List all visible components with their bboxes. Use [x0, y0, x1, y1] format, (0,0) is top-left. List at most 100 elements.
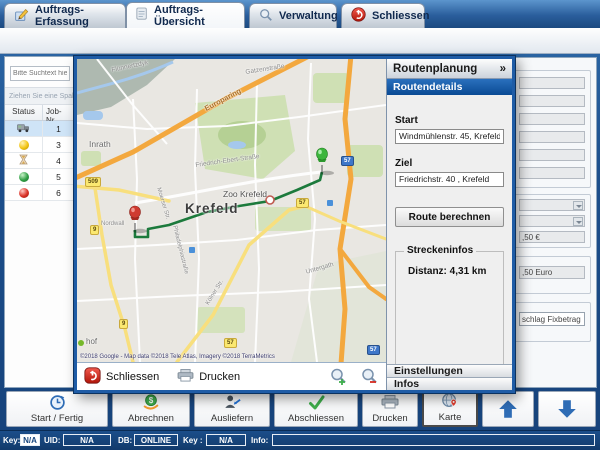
fix-groupbox: schlag Fixbetrag [513, 302, 591, 342]
euro-field[interactable]: ,50 Euro [519, 266, 585, 279]
globe-pin-icon [441, 392, 459, 410]
tab-auftrags-uebersicht[interactable]: Auftrags-Übersicht [126, 2, 245, 28]
power-icon [84, 367, 101, 387]
road-shield: 57 [367, 345, 380, 355]
ausliefern-button[interactable]: Ausliefern [194, 391, 270, 427]
city-label-krefeld: Krefeld [185, 201, 239, 216]
tab-label: Auftrags-Übersicht [154, 4, 235, 28]
table-row[interactable]: 4 [5, 153, 74, 169]
start-address-input[interactable] [395, 129, 504, 144]
streckeninfos-label: Streckeninfos [404, 245, 476, 256]
db-status-value: ONLINE [134, 434, 178, 446]
zoom-in-button[interactable] [330, 368, 347, 385]
table-row[interactable]: 1 [5, 121, 74, 137]
pencil-form-icon [14, 7, 29, 25]
abschliessen-button[interactable]: Abschliessen [274, 391, 358, 427]
collapse-chevron-icon[interactable]: » [500, 63, 506, 75]
start-label: Start [395, 115, 504, 126]
button-label: Abschliessen [288, 413, 344, 424]
drucken-button[interactable]: Drucken [362, 391, 418, 427]
tab-schliessen[interactable]: Schliessen [341, 3, 425, 28]
print-label: Drucken [199, 371, 240, 383]
key-value: N/A [20, 434, 40, 446]
map-attribution: ©2018 Google - Map data ©2018 Tele Atlas… [80, 354, 275, 360]
abrechnen-button[interactable]: $ Abrechnen [112, 391, 190, 427]
magnifier-plus-icon [330, 368, 347, 385]
col-jobnr[interactable]: Job-Nr. [43, 105, 74, 120]
ziel-label: Ziel [395, 158, 504, 169]
table-row[interactable]: 6 [5, 185, 74, 201]
detail-field[interactable] [519, 113, 585, 125]
karte-button[interactable]: Karte [422, 391, 478, 427]
printer-icon [177, 369, 194, 385]
table-row[interactable]: 3 [5, 137, 74, 153]
accordion-einstellungen[interactable]: Einstellungen [387, 364, 512, 377]
main-tabbar: Auftrags-Erfassung Auftrags-Übersicht Ve… [0, 0, 600, 28]
uid-value: N/A [63, 434, 111, 446]
button-label: Start / Fertig [31, 413, 83, 424]
db-label: DB: [118, 436, 132, 445]
move-down-button[interactable] [538, 391, 596, 427]
detail-field[interactable] [519, 167, 585, 179]
check-icon [308, 393, 325, 411]
dropdown-field[interactable] [519, 215, 585, 227]
button-label: Karte [439, 412, 462, 423]
arrow-up-icon [497, 396, 519, 422]
tab-verwaltung[interactable]: Verwaltung [249, 3, 337, 28]
status-bar: Key: N/A UID: N/A DB: ONLINE Key : N/A I… [0, 430, 600, 450]
status-red-icon [19, 188, 29, 198]
printer-icon [381, 393, 399, 411]
app-window: Auftrags-Erfassung Auftrags-Übersicht Ve… [0, 0, 600, 450]
zoom-out-button[interactable] [361, 368, 378, 385]
start-fertig-button[interactable]: Start / Fertig [6, 391, 108, 427]
accordion-infos[interactable]: Infos [387, 377, 512, 390]
order-details-panel: ,50 € ,50 Euro schlag Fixbetrag [513, 57, 597, 388]
route-berechnen-button[interactable]: Route berechnen [395, 207, 504, 227]
route-panel-title: Routenplanung [393, 63, 477, 75]
ziel-address-input[interactable] [395, 172, 504, 187]
detail-field[interactable] [519, 149, 585, 161]
button-label: Abrechnen [128, 413, 174, 424]
amount-field[interactable]: ,50 € [519, 231, 585, 243]
close-label: Schliessen [106, 371, 159, 383]
routendetails-section-header[interactable]: Routendetails [387, 79, 512, 95]
uid-label: UID: [44, 436, 60, 445]
fixbetrag-button[interactable]: schlag Fixbetrag [519, 312, 585, 326]
search-input[interactable] [10, 66, 70, 81]
tab-label: Verwaltung [279, 10, 338, 22]
job-number: 3 [43, 140, 74, 150]
table-header[interactable]: Status Job-Nr. [5, 105, 74, 121]
fields-groupbox [513, 70, 591, 188]
dialog-print-button[interactable]: Drucken [177, 369, 240, 385]
key2-value: N/A [206, 434, 246, 446]
detail-field[interactable] [519, 77, 585, 89]
price-groupbox: ,50 € [513, 194, 591, 248]
road-shield: 9 [90, 225, 99, 235]
deliver-person-icon [223, 393, 241, 411]
district-label-inrath: Inrath [89, 139, 111, 149]
street-label: Nordwall [101, 221, 124, 227]
clock-icon [49, 393, 66, 411]
tab-label: Schliessen [372, 10, 429, 22]
detail-field[interactable] [519, 131, 585, 143]
button-label: Drucken [372, 413, 407, 424]
route-panel-header[interactable]: Routenplanung » [387, 59, 512, 79]
group-drop-hint: Ziehen Sie eine Spalte [5, 87, 74, 105]
table-row[interactable]: 5 [5, 169, 74, 185]
chevron-down-icon[interactable] [573, 217, 583, 226]
dropdown-field[interactable] [519, 199, 585, 211]
chevron-down-icon[interactable] [573, 201, 583, 210]
button-label: Ausliefern [211, 413, 253, 424]
zoo-poi-marker [266, 196, 274, 204]
poi-label: hof [86, 337, 97, 346]
info-value [272, 434, 595, 446]
detail-field[interactable] [519, 95, 585, 107]
poi-label-zoo: Zoo Krefeld [223, 189, 267, 199]
map-canvas[interactable]: Flünnertzdyk Gatzenstraße Europaring Inr… [77, 59, 386, 362]
move-up-button[interactable] [482, 391, 534, 427]
dialog-close-button[interactable]: Schliessen [84, 367, 159, 387]
park-poi-icon [78, 340, 84, 346]
col-status[interactable]: Status [5, 105, 43, 120]
routenplanung-dialog: Flünnertzdyk Gatzenstraße Europaring Inr… [74, 56, 515, 393]
tab-auftrags-erfassung[interactable]: Auftrags-Erfassung [4, 3, 126, 28]
